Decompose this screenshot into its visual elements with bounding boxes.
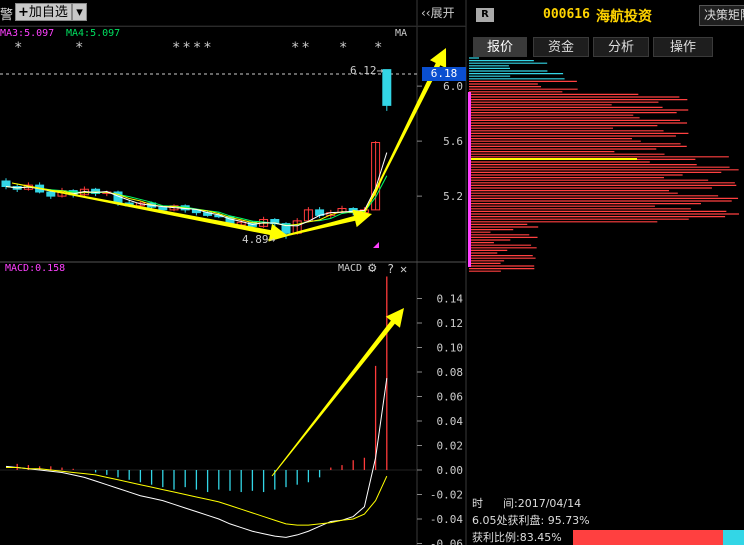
candle-body bbox=[1, 180, 11, 187]
star-mark: * bbox=[374, 40, 383, 56]
price-axis-label: 5.6 bbox=[443, 135, 463, 148]
star-mark: **** bbox=[172, 40, 214, 56]
price-axis: 0.14 0.12 0.10 0.08 0.06 0.04 0.02 0.00 -0.02 -0.… bbox=[417, 80, 463, 545]
star-mark: * bbox=[75, 40, 84, 56]
gear-icon[interactable]: ⚙ bbox=[368, 260, 376, 276]
stock-chart-window: 警 +加自选 ▾ ‹‹展开 R 000616 海航投资 决策矩阵 报价 资金 分… bbox=[0, 0, 744, 545]
macd-title: MACD bbox=[338, 263, 363, 274]
candle-body bbox=[382, 69, 392, 106]
chip-time-label: 时间:2017/04/14 bbox=[472, 497, 582, 510]
macd-axis-label: 0.14 bbox=[437, 293, 464, 306]
chip-distribution bbox=[468, 57, 739, 272]
ma3-label: MA3:5.097 bbox=[0, 28, 55, 39]
close-icon[interactable]: ✕ bbox=[400, 262, 407, 276]
candle-body bbox=[158, 206, 168, 211]
profit-ratio-bar bbox=[573, 530, 723, 545]
price-axis-label: 6.0 bbox=[443, 80, 463, 93]
ma-label: MA bbox=[395, 28, 408, 39]
help-icon[interactable]: ? bbox=[387, 262, 394, 276]
loss-ratio-bar bbox=[723, 530, 744, 545]
signal-marker bbox=[373, 242, 379, 248]
macd-axis-label: -0.02 bbox=[430, 489, 463, 502]
star-mark: * bbox=[14, 40, 23, 56]
price-axis-label: 5.2 bbox=[443, 190, 463, 203]
macd-axis-label: -0.04 bbox=[430, 513, 463, 526]
low-price-label: 4.89→ bbox=[242, 233, 276, 246]
macd-axis-label: 0.12 bbox=[437, 317, 464, 330]
chip-profit-line: 6.05处获利盘: 95.73% bbox=[472, 514, 590, 527]
macd-group bbox=[0, 276, 417, 538]
macd-value-label: MACD:0.158 bbox=[5, 263, 66, 274]
ma4-label: MA4:5.097 bbox=[66, 28, 121, 39]
macd-arrow-up bbox=[271, 308, 404, 477]
star-mark: ** bbox=[291, 40, 312, 56]
macd-axis-label: 0.00 bbox=[437, 464, 464, 477]
macd-axis-label: 0.08 bbox=[437, 366, 464, 379]
current-price-tag: 6.18 bbox=[422, 67, 466, 81]
macd-axis-label: 0.04 bbox=[437, 415, 464, 428]
high-price-label: 6.12→ bbox=[350, 64, 384, 77]
macd-axis-label: 0.02 bbox=[437, 440, 464, 453]
chip-range-marker bbox=[468, 92, 471, 267]
chip-ratio-line: 获利比例:83.45% bbox=[472, 531, 562, 544]
macd-axis-label: 0.10 bbox=[437, 342, 464, 355]
star-mark: * bbox=[339, 40, 348, 56]
macd-axis-label: 0.06 bbox=[437, 391, 464, 404]
candle-body bbox=[46, 191, 56, 197]
macd-axis-label: -0.06 bbox=[430, 538, 463, 545]
